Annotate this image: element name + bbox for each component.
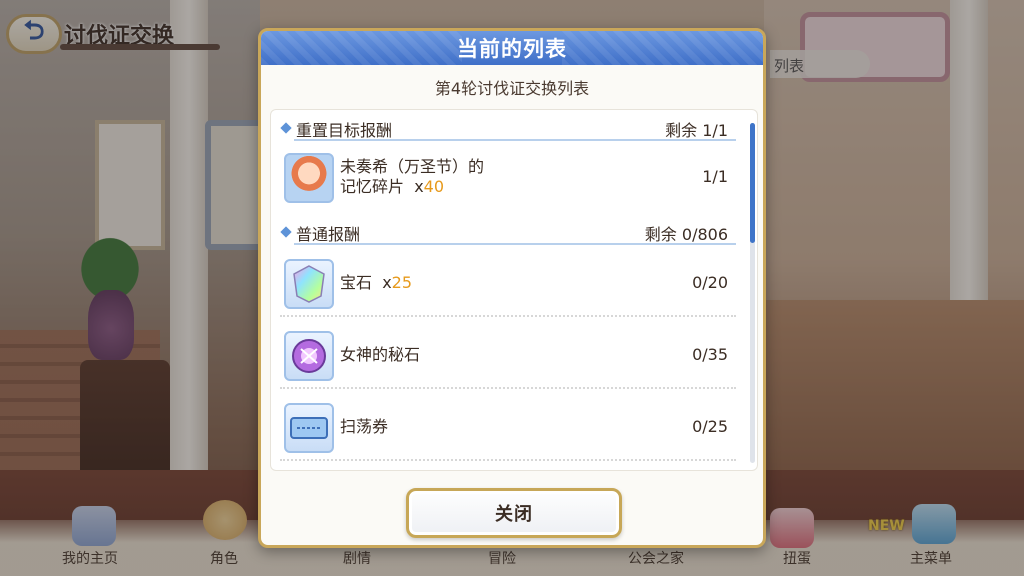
item-quantity: 40: [423, 177, 445, 196]
dialog-title: 当前的列表: [457, 37, 567, 61]
dialog-subtitle: 第4轮讨伐证交换列表: [434, 79, 590, 98]
section-remaining: 剩余 1/1: [665, 121, 728, 140]
item-name: 未奏希（万圣节）的: [340, 157, 485, 176]
character-portrait-icon: [284, 153, 334, 203]
item-name: 宝石: [340, 273, 373, 292]
close-button-label: 关闭: [495, 504, 533, 525]
exchange-list-dialog: 当前的列表 第4轮讨伐证交换列表 重置目标报酬 剩余 1/1 未奏希（万圣节）的…: [258, 28, 766, 548]
close-button[interactable]: 关闭: [406, 488, 622, 538]
list-item: 未奏希（万圣节）的 记忆碎片 x40 1/1: [280, 143, 736, 211]
item-count: 0/35: [692, 345, 728, 364]
item-count: 0/20: [692, 273, 728, 292]
section-name: 重置目标报酬: [296, 121, 393, 140]
reward-list[interactable]: 重置目标报酬 剩余 1/1 未奏希（万圣节）的 记忆碎片 x40 1/1 普通报…: [270, 109, 758, 471]
diamond-bullet-icon: [280, 226, 292, 238]
item-quantity: 25: [391, 273, 413, 292]
section-header-normal-rewards: 普通报酬 剩余 0/806: [280, 219, 736, 245]
sweep-ticket-icon: [284, 403, 334, 453]
gem-icon: [284, 259, 334, 309]
dialog-header: 当前的列表: [261, 31, 763, 65]
item-name: 扫荡券: [340, 417, 389, 436]
item-name-line2: 记忆碎片: [340, 177, 405, 196]
section-name: 普通报酬: [296, 225, 361, 244]
section-remaining: 剩余 0/806: [644, 225, 728, 244]
item-count: 1/1: [702, 167, 728, 186]
item-count: 0/25: [692, 417, 728, 436]
section-header-reset-rewards: 重置目标报酬 剩余 1/1: [280, 115, 736, 141]
item-name: 女神的秘石: [340, 345, 421, 364]
goddess-stone-icon: [284, 331, 334, 381]
scrollbar-thumb[interactable]: [750, 123, 755, 243]
list-item: 宝石 x25 0/20: [280, 249, 736, 317]
list-item: 女神的秘石 0/35: [280, 321, 736, 389]
list-item: 扫荡券 0/25: [280, 393, 736, 461]
diamond-bullet-icon: [280, 122, 292, 134]
